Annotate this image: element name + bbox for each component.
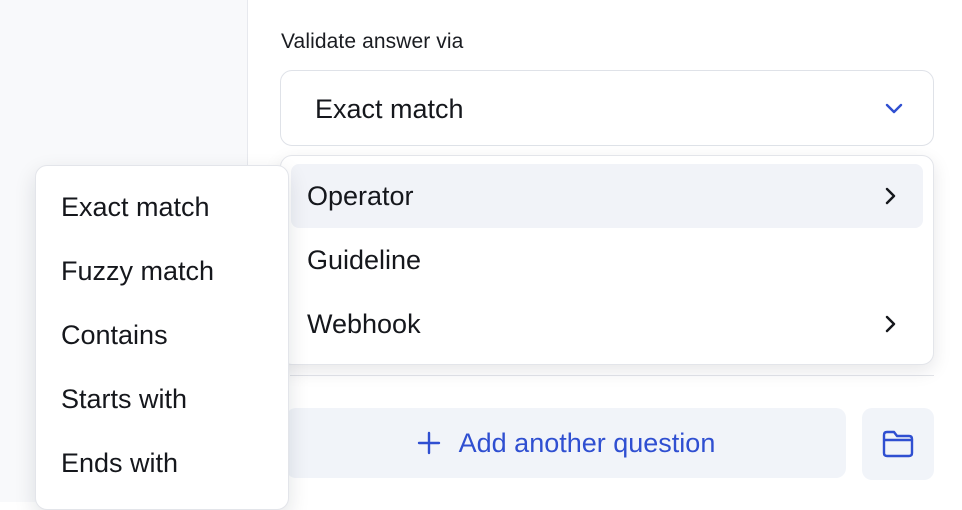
chevron-right-icon — [885, 315, 896, 333]
submenu-item-fuzzy-match[interactable]: Fuzzy match — [36, 239, 288, 303]
submenu-item-ends-with[interactable]: Ends with — [36, 431, 288, 495]
add-question-button[interactable]: Add another question — [286, 408, 846, 478]
chevron-right-icon — [885, 187, 896, 205]
menu-item-label: Webhook — [307, 308, 421, 339]
menu-item-label: Operator — [307, 180, 414, 211]
operator-submenu: Exact match Fuzzy match Contains Starts … — [35, 165, 289, 510]
chevron-down-icon — [885, 103, 903, 114]
menu-item-operator[interactable]: Operator — [291, 164, 923, 228]
folder-icon — [882, 430, 914, 458]
validate-answer-label: Validate answer via — [281, 30, 464, 53]
select-value: Exact match — [315, 94, 464, 124]
validation-method-select[interactable]: Exact match — [280, 70, 934, 146]
submenu-item-starts-with[interactable]: Starts with — [36, 367, 288, 431]
validation-menu: Operator Guideline Webhook — [280, 155, 934, 365]
folder-button[interactable] — [862, 408, 934, 480]
plus-icon — [417, 431, 440, 455]
divider — [290, 375, 934, 376]
menu-item-label: Guideline — [307, 244, 422, 275]
submenu-item-exact-match[interactable]: Exact match — [36, 175, 288, 239]
add-question-label: Add another question — [458, 427, 716, 458]
menu-item-webhook[interactable]: Webhook — [291, 292, 923, 356]
menu-item-guideline[interactable]: Guideline — [291, 228, 923, 292]
submenu-item-contains[interactable]: Contains — [36, 303, 288, 367]
